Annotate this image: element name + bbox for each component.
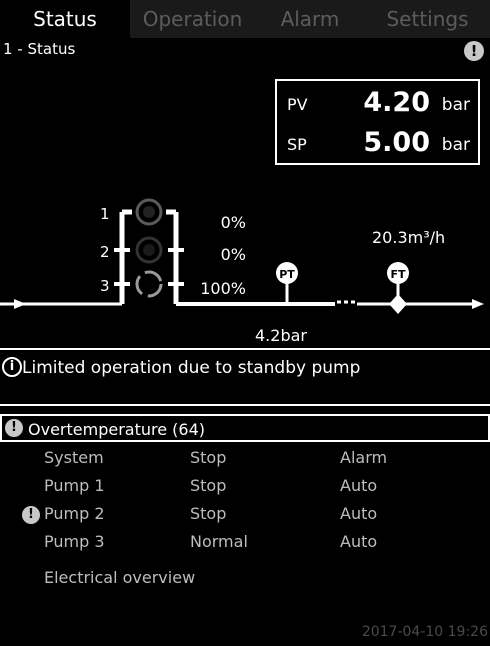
status-row-pump-3[interactable]: Pump 3 Normal Auto: [0, 529, 490, 557]
pump-3-number: 3: [100, 277, 110, 295]
status-row-pump-1[interactable]: Pump 1 Stop Auto: [0, 473, 490, 501]
sp-row: SP 5.00 bar: [277, 123, 482, 163]
alarm-bar[interactable]: ! Overtemperature (64): [0, 414, 490, 442]
pv-label: PV: [287, 95, 308, 114]
info-message-box[interactable]: i Limited operation due to standby pump: [0, 348, 490, 406]
row-name: System: [44, 448, 104, 467]
flow-value: 20.3m³/h: [372, 228, 446, 247]
row-mode: Auto: [340, 504, 378, 523]
pv-sp-box[interactable]: PV 4.20 bar SP 5.00 bar: [275, 79, 480, 165]
timestamp: 2017-04-10 19:26: [361, 624, 488, 640]
tab-status[interactable]: Status: [0, 0, 130, 38]
row-name: Pump 3: [44, 532, 105, 551]
outlet-pressure-value: 4.2bar: [255, 326, 307, 345]
pump-2-number: 2: [100, 243, 110, 261]
row-name: Pump 1: [44, 476, 105, 495]
pressure-tag-text: PT: [279, 268, 295, 281]
info-icon: i: [2, 357, 22, 377]
inlet-arrow-icon: [14, 299, 26, 309]
sp-label: SP: [287, 135, 307, 154]
row-state: Stop: [190, 476, 227, 495]
pump-2-speed: 0%: [220, 245, 246, 264]
pump-2-icon: [135, 236, 163, 264]
tab-alarm[interactable]: Alarm: [255, 0, 365, 38]
screen-title: 1 - Status: [3, 40, 76, 58]
warning-icon: !: [5, 419, 23, 437]
flow-tag-text: FT: [390, 268, 406, 281]
pv-value: 4.20: [363, 87, 430, 118]
pressure-transmitter-icon: PT: [276, 262, 298, 284]
row-state: Normal: [190, 532, 248, 551]
row-state: Stop: [190, 448, 227, 467]
status-row-pump-2[interactable]: ! Pump 2 Stop Auto: [0, 501, 490, 529]
outlet-arrow-icon: [472, 299, 484, 309]
pv-row: PV 4.20 bar: [277, 83, 482, 123]
flow-meter-diamond: [389, 294, 407, 314]
pump-1-number: 1: [100, 205, 110, 223]
tab-operation[interactable]: Operation: [130, 0, 255, 38]
tab-bar: Status Operation Alarm Settings: [0, 0, 490, 38]
row-state: Stop: [190, 504, 227, 523]
alarm-message: Overtemperature (64): [28, 420, 205, 439]
row-mode: Auto: [340, 476, 378, 495]
row-mode: Auto: [340, 532, 378, 551]
sp-value: 5.00: [363, 127, 430, 158]
row-mode: Alarm: [340, 448, 388, 467]
status-row-system[interactable]: System Stop Alarm: [0, 445, 490, 473]
row-name: Pump 2: [44, 504, 105, 523]
pump-3-icon: [135, 270, 163, 298]
electrical-overview-link[interactable]: Electrical overview: [44, 568, 195, 587]
tab-settings[interactable]: Settings: [365, 0, 490, 38]
pump-3-speed: 100%: [200, 279, 246, 298]
pump-1-speed: 0%: [220, 213, 246, 232]
warning-icon: !: [22, 506, 40, 524]
pv-unit: bar: [441, 95, 470, 115]
sp-unit: bar: [441, 135, 470, 155]
flow-transmitter-icon: FT: [387, 262, 409, 284]
info-message: Limited operation due to standby pump: [22, 358, 361, 378]
pump-1-icon: [135, 198, 163, 226]
warning-icon[interactable]: !: [464, 41, 484, 61]
